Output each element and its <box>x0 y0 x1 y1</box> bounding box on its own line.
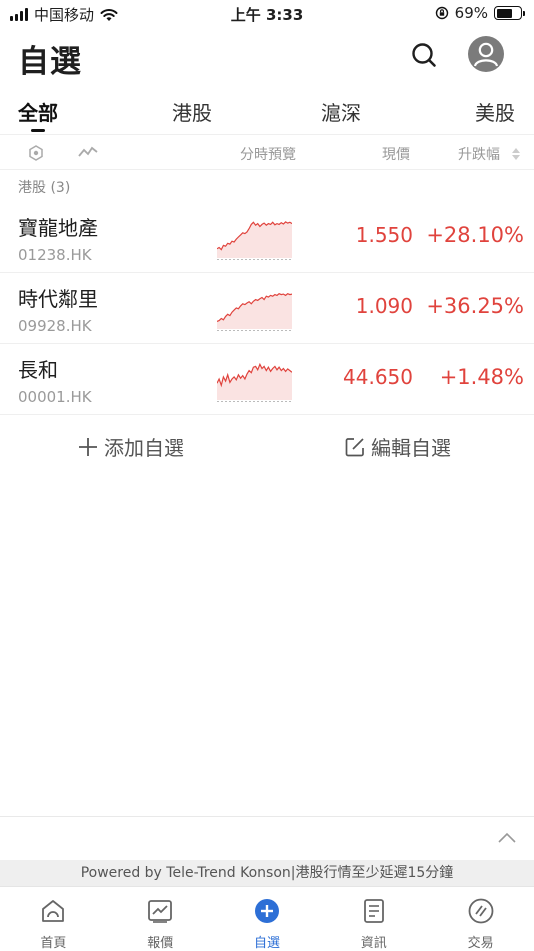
stock-code: 01238.HK <box>18 246 92 264</box>
tab-us[interactable]: 美股 <box>475 97 515 126</box>
tab-hk[interactable]: 港股 <box>172 97 212 126</box>
sparkline-area <box>217 221 292 258</box>
stock-name: 寶龍地產 <box>18 216 98 240</box>
stock-code: 00001.HK <box>18 388 92 406</box>
search-icon[interactable] <box>409 40 439 70</box>
trade-icon <box>468 898 493 924</box>
active-tab-indicator <box>31 129 45 132</box>
battery-icon <box>494 6 525 20</box>
bottom-tab-bar: 首頁 報價 自選 資訊 交易 <box>0 886 534 951</box>
tab-quotes-label: 報價 <box>147 936 174 951</box>
user-icon <box>473 42 499 67</box>
sparkline <box>217 362 292 402</box>
sort-icon[interactable] <box>512 148 520 160</box>
sparkline <box>217 221 292 260</box>
edit-icon <box>345 437 364 456</box>
group-label-hk: 港股 (3) <box>18 180 71 196</box>
tab-sh-sz[interactable]: 滬深 <box>321 97 361 126</box>
list-item[interactable]: 長和 00001.HK 44.650 +1.48% <box>0 344 534 415</box>
add-watchlist-button[interactable]: 添加自選 <box>78 432 184 461</box>
market-tabs: 全部 港股 滬深 美股 <box>0 92 534 134</box>
status-bar: 中国移动 上午 3:33 69% <box>0 0 534 28</box>
sparkline <box>217 293 292 331</box>
edit-watchlist-button[interactable]: 編輯自選 <box>345 432 451 461</box>
tab-trade-label: 交易 <box>467 936 494 951</box>
sparkline-area <box>217 293 292 329</box>
tab-watchlist[interactable]: 自選 <box>214 887 321 951</box>
column-header: 分時預覽 現價 升跌幅 <box>0 134 534 170</box>
plus-icon <box>79 437 97 456</box>
edit-watchlist-label: 編輯自選 <box>371 436 451 460</box>
stock-price: 1.090 <box>355 294 413 318</box>
tab-trade[interactable]: 交易 <box>427 887 534 951</box>
avatar[interactable] <box>468 36 504 72</box>
trend-toggle-icon[interactable] <box>78 145 98 159</box>
chart-icon <box>148 900 173 923</box>
stock-change: +36.25% <box>426 294 524 318</box>
stock-name: 時代鄰里 <box>18 287 98 311</box>
divider <box>0 816 534 817</box>
list-item[interactable]: 時代鄰里 09928.HK 1.090 +36.25% <box>0 273 534 344</box>
stock-name: 長和 <box>18 358 58 382</box>
page-title: 自選 <box>18 44 82 80</box>
battery-percent: 69% <box>454 4 488 22</box>
tab-all[interactable]: 全部 <box>18 97 58 126</box>
stock-code: 09928.HK <box>18 317 92 335</box>
stock-price: 44.650 <box>343 365 413 389</box>
tab-home-label: 首頁 <box>40 936 67 951</box>
data-source-notice: Powered by Tele-Trend Konson|港股行情至少延遲15分… <box>0 860 534 886</box>
stock-change: +28.10% <box>426 223 524 247</box>
list-item[interactable]: 寶龍地產 01238.HK 1.550 +28.10% <box>0 202 534 273</box>
column-change[interactable]: 升跌幅 <box>458 144 500 164</box>
settings-hexagon-icon[interactable] <box>28 145 44 161</box>
tab-news[interactable]: 資訊 <box>320 887 427 951</box>
add-circle-icon <box>254 899 279 923</box>
watchlist-actions: 添加自選 編輯自選 <box>0 420 534 472</box>
column-chart-preview: 分時預覽 <box>240 147 296 163</box>
news-icon <box>363 899 384 923</box>
home-icon <box>42 900 65 922</box>
tab-home[interactable]: 首頁 <box>0 887 107 951</box>
add-watchlist-label: 添加自選 <box>104 436 184 460</box>
column-price[interactable]: 現價 <box>382 144 410 164</box>
tab-watchlist-label: 自選 <box>253 936 280 951</box>
tab-quotes[interactable]: 報價 <box>107 887 214 951</box>
chevron-up-icon[interactable] <box>496 828 518 848</box>
header: 自選 <box>0 28 534 88</box>
stock-change: +1.48% <box>439 365 524 389</box>
stock-price: 1.550 <box>355 223 413 247</box>
tab-news-label: 資訊 <box>360 936 387 951</box>
rotation-lock-icon <box>435 6 448 20</box>
